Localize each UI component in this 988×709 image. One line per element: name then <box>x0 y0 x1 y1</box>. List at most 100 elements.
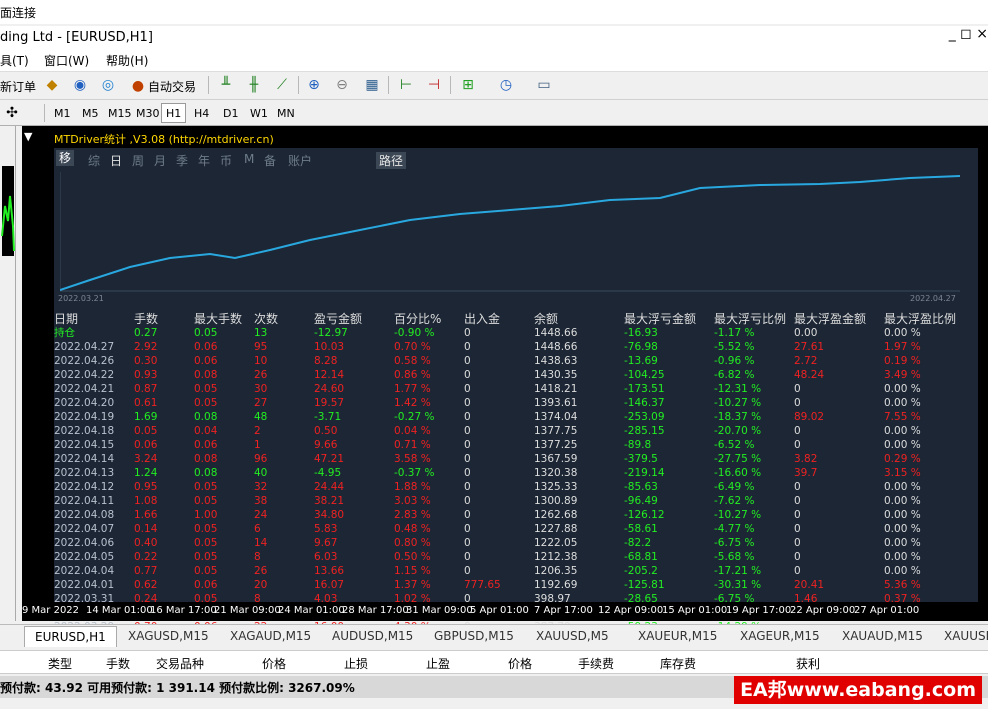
zoom-out-icon[interactable]: ⊖ <box>332 75 352 95</box>
stats-cell-maxlots: 0.05 <box>194 523 218 535</box>
stats-row: 2022.04.11 1.08 0.05 38 38.21 3.03 % 0 1300.89 -… <box>54 494 956 508</box>
watermark-logo: EA邦www.eabang.com <box>734 676 982 704</box>
timeframe-mn[interactable]: MN <box>272 103 300 123</box>
stats-cell-mddp: -18.37 % <box>714 411 762 423</box>
stats-cell-lots: 1.08 <box>134 495 158 507</box>
stats-cell-count: 13 <box>254 327 268 339</box>
stats-cell-count: 10 <box>254 355 268 367</box>
new-order-button[interactable]: 新订单 <box>0 75 36 97</box>
time-axis-label: 28 Mar 17:00 <box>342 605 409 616</box>
tab-day[interactable]: 日 <box>110 152 122 169</box>
timeframe-m30[interactable]: M30 <box>131 103 165 123</box>
stats-cell-mfe: 89.02 <box>794 411 825 423</box>
stats-cell-mdd: -173.51 <box>624 383 665 395</box>
tab-currency[interactable]: 币 <box>220 152 232 169</box>
panel-menu-icon[interactable]: 移 <box>56 150 74 166</box>
navigator-icon[interactable]: ◉ <box>70 75 90 95</box>
stats-cell-date: 2022.04.04 <box>54 565 115 577</box>
symbol-tab[interactable]: XAGEUR,M15 <box>740 629 820 643</box>
templates-icon[interactable]: ▭ <box>534 75 554 95</box>
timeframe-d1[interactable]: D1 <box>218 103 243 123</box>
bar-chart-icon[interactable]: ╨ <box>216 75 236 95</box>
stats-cell-maxlots: 0.06 <box>194 355 218 367</box>
window-controls[interactable]: _ ◻ × <box>949 26 988 42</box>
trade-col-tp[interactable]: 止盈 <box>426 655 450 672</box>
menu-help[interactable]: 帮助(H) <box>106 52 148 69</box>
stats-cell-mfep: 0.00 % <box>884 495 921 507</box>
symbol-tab[interactable]: XAGAUD,M15 <box>230 629 311 643</box>
stats-cell-bal: 1448.66 <box>534 327 578 339</box>
symbol-tab[interactable]: XAUUSD,M5 <box>536 629 609 643</box>
symbol-tab[interactable]: XAUEUR,M15 <box>638 629 717 643</box>
stats-cell-mfep: 0.00 % <box>884 551 921 563</box>
stats-cell-mfep: 0.29 % <box>884 453 921 465</box>
symbol-tab[interactable]: XAGUSD,M15 <box>128 629 209 643</box>
stats-cell-mddp: -1.17 % <box>714 327 755 339</box>
time-axis-label: 12 Apr 09:00 <box>598 605 664 616</box>
tab-account[interactable]: 账户 <box>288 152 312 169</box>
timeframe-m1[interactable]: M1 <box>49 103 76 123</box>
timeframe-m5[interactable]: M5 <box>77 103 104 123</box>
periods-icon[interactable]: ◷ <box>496 75 516 95</box>
tab-path[interactable]: 路径 <box>376 152 407 169</box>
timeframe-h4[interactable]: H4 <box>189 103 214 123</box>
chart-window[interactable]: ▼ MTDriver统计 ,V3.08 (http://mtdriver.cn)… <box>22 126 988 633</box>
col-count: 次数 <box>254 312 279 326</box>
col-deposit: 出入金 <box>464 312 501 326</box>
indicators-icon[interactable]: ⊞ <box>458 75 478 95</box>
stats-cell-bal: 1222.05 <box>534 537 578 549</box>
tab-note[interactable]: 备 <box>264 152 276 169</box>
tab-year[interactable]: 年 <box>198 152 210 169</box>
trade-col-sl[interactable]: 止损 <box>344 655 368 672</box>
stats-row: 2022.04.05 0.22 0.05 8 6.03 0.50 % 0 1212.38 -68… <box>54 550 956 564</box>
stats-cell-bal: 1377.75 <box>534 425 578 437</box>
trade-col-commission[interactable]: 手续费 <box>578 655 614 672</box>
stats-cell-pct: 0.48 % <box>394 523 431 535</box>
trade-col-symbol[interactable]: 交易品种 <box>156 655 204 672</box>
stats-cell-maxlots: 0.05 <box>194 551 218 563</box>
stats-cell-lots: 0.30 <box>134 355 158 367</box>
chart-window-title-bar: ding Ltd - [EURUSD,H1] _ ◻ × <box>0 26 988 48</box>
tab-quarter[interactable]: 季 <box>176 152 188 169</box>
zoom-in-icon[interactable]: ⊕ <box>304 75 324 95</box>
terminal-icon[interactable]: ◎ <box>98 75 118 95</box>
symbol-tab[interactable]: EURUSD,H1 <box>24 626 117 647</box>
chart-shift-icon[interactable]: ⊢ <box>396 75 416 95</box>
symbol-tab[interactable]: AUDUSD,M15 <box>332 629 413 643</box>
indicator-menu-icon[interactable]: ▼ <box>24 130 32 143</box>
stats-cell-lots: 1.66 <box>134 509 158 521</box>
stats-cell-count: 96 <box>254 453 268 465</box>
stats-cell-maxlots: 0.05 <box>194 565 218 577</box>
stats-cell-mddp: -4.77 % <box>714 523 755 535</box>
tab-month[interactable]: 月 <box>154 152 166 169</box>
stats-cell-mfep: 0.00 % <box>884 439 921 451</box>
autotrade-button[interactable]: ● 自动交易 <box>128 75 196 97</box>
trade-col-profit[interactable]: 获利 <box>796 655 820 672</box>
trade-col-price[interactable]: 价格 <box>262 655 286 672</box>
trade-col-price-2[interactable]: 价格 <box>508 655 532 672</box>
line-chart-icon[interactable]: ⟋ <box>272 75 292 95</box>
stats-cell-pnl: 16.07 <box>314 579 345 591</box>
stats-row: 持仓 0.27 0.05 13 -12.97 -0.90 % 0 1448.66 -16.93 -… <box>54 326 956 340</box>
crosshair-icon[interactable]: ✣ <box>2 103 22 123</box>
tab-magic[interactable]: M <box>244 152 254 166</box>
candlestick-icon[interactable]: ╫ <box>244 75 264 95</box>
trade-col-lots[interactable]: 手数 <box>106 655 130 672</box>
trade-col-swap[interactable]: 库存费 <box>660 655 696 672</box>
menu-tools[interactable]: 具(T) <box>0 52 29 69</box>
stats-row: 2022.04.06 0.40 0.05 14 9.67 0.80 % 0 1222.05 -8… <box>54 536 956 550</box>
tile-windows-icon[interactable]: ▦ <box>362 75 382 95</box>
menu-window[interactable]: 窗口(W) <box>44 52 89 69</box>
symbol-tab[interactable]: GBPUSD,M15 <box>434 629 514 643</box>
timeframe-w1[interactable]: W1 <box>245 103 273 123</box>
market-watch-icon[interactable]: ◆ <box>42 75 62 95</box>
tab-summary[interactable]: 综 <box>88 152 100 169</box>
trade-col-type[interactable]: 类型 <box>48 655 72 672</box>
symbol-tab[interactable]: XAUAUD,M15 <box>842 629 923 643</box>
symbol-tab[interactable]: XAUUSD <box>944 629 988 643</box>
stats-cell-pct: 1.88 % <box>394 481 431 493</box>
stats-cell-date: 2022.04.20 <box>54 397 115 409</box>
timeframe-h1[interactable]: H1 <box>161 103 187 123</box>
tab-week[interactable]: 周 <box>132 152 144 169</box>
autoscroll-icon[interactable]: ⊣ <box>424 75 444 95</box>
